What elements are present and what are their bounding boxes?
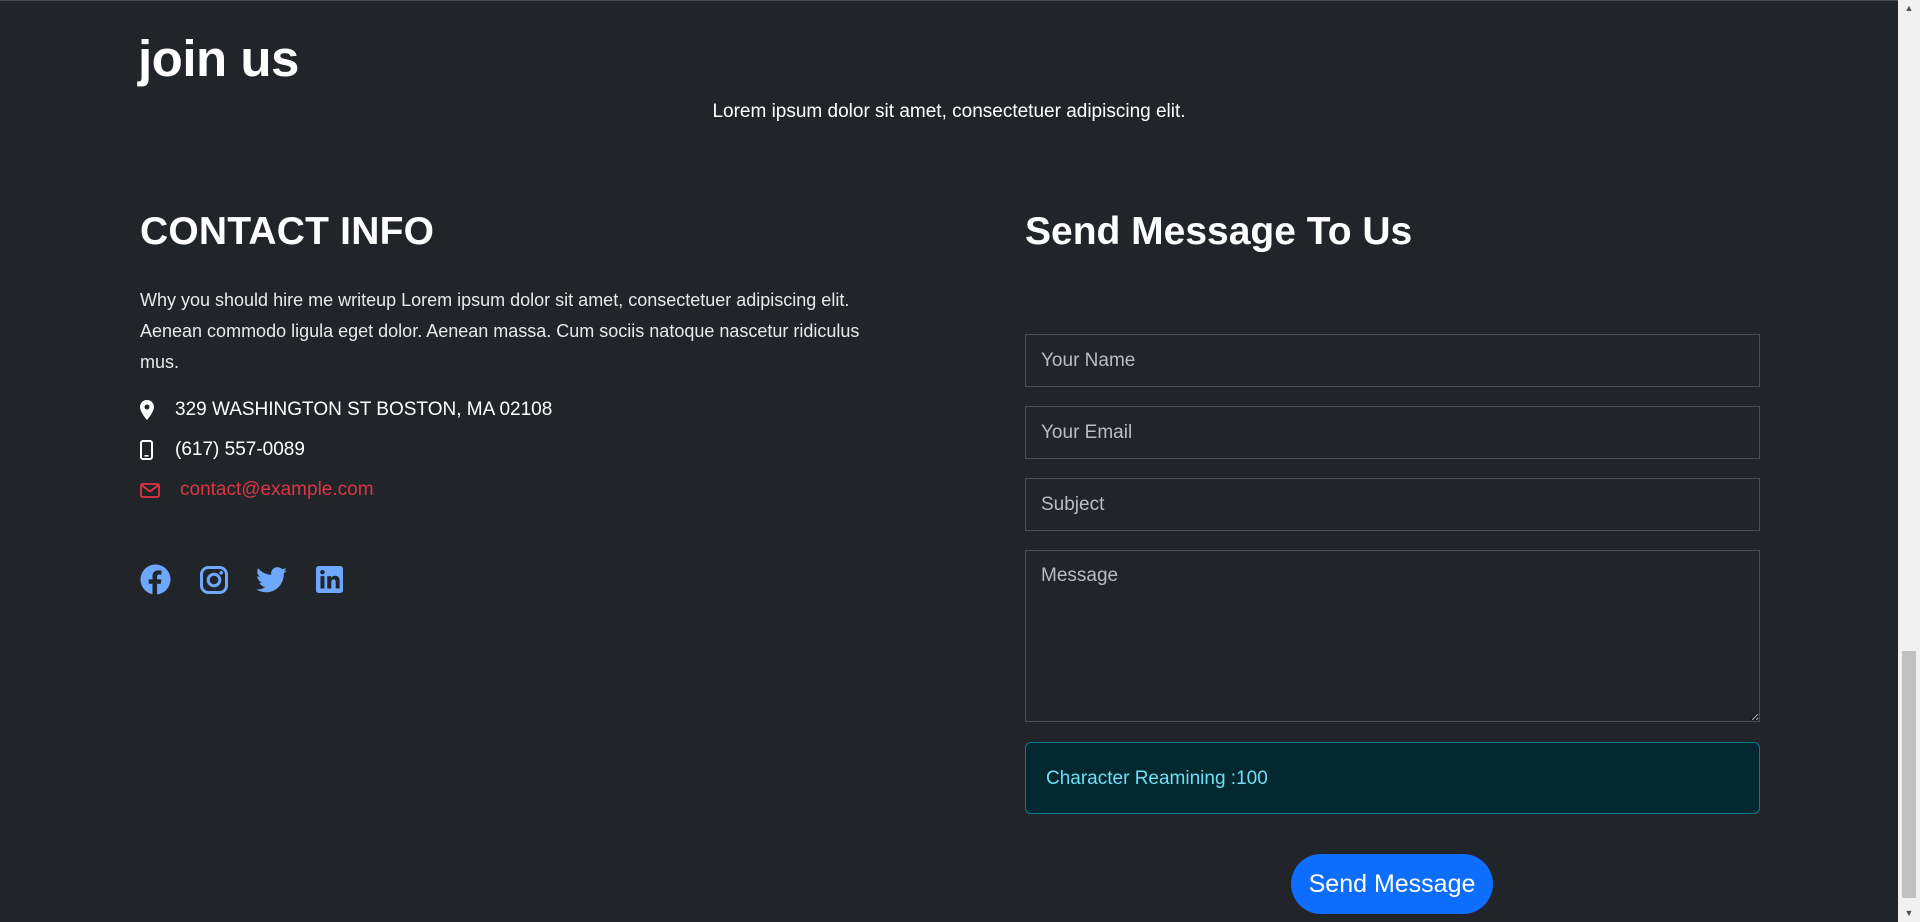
message-textarea[interactable] <box>1025 550 1760 722</box>
character-remaining-alert: Character Reamining :100 <box>1025 742 1760 814</box>
email-input[interactable] <box>1025 406 1760 459</box>
phone-row: (617) 557-0089 <box>140 437 305 463</box>
address-text: 329 WASHINGTON ST BOSTON, MA 02108 <box>175 399 553 420</box>
subject-input[interactable] <box>1025 478 1760 531</box>
scroll-up-arrow-icon[interactable]: ▲ <box>1898 0 1920 17</box>
address-row: 329 WASHINGTON ST BOSTON, MA 02108 <box>140 397 552 423</box>
contact-info-column: CONTACT INFO Why you should hire me writ… <box>140 208 900 595</box>
instagram-icon[interactable] <box>198 564 229 595</box>
email-link[interactable]: contact@example.com <box>180 477 374 503</box>
vertical-scrollbar[interactable]: ▲ ▼ <box>1898 0 1920 922</box>
section-subtitle: Lorem ipsum dolor sit amet, consectetuer… <box>712 101 1186 122</box>
top-divider <box>0 0 1898 1</box>
envelope-icon <box>140 478 164 502</box>
form-title: Send Message To Us <box>1025 210 1413 253</box>
email-row: contact@example.com <box>140 477 374 503</box>
phone-text: (617) 557-0089 <box>175 439 305 460</box>
contact-info-text: Why you should hire me writeup Lorem ips… <box>140 290 860 372</box>
page: join us Lorem ipsum dolor sit amet, cons… <box>0 0 1920 922</box>
name-input[interactable] <box>1025 334 1760 387</box>
facebook-icon[interactable] <box>140 564 171 595</box>
section-title: join us <box>138 30 299 87</box>
contact-info-title: CONTACT INFO <box>140 210 435 253</box>
mobile-phone-icon <box>140 438 164 462</box>
linkedin-icon[interactable] <box>314 564 345 595</box>
scroll-down-arrow-icon[interactable]: ▼ <box>1898 905 1920 922</box>
twitter-icon[interactable] <box>256 564 287 595</box>
social-links <box>140 564 345 595</box>
map-marker-icon <box>140 398 164 422</box>
contact-form: Send Message To Us Character Reamining :… <box>1025 208 1760 914</box>
scrollbar-thumb[interactable] <box>1902 651 1916 898</box>
send-message-button[interactable]: Send Message <box>1291 854 1493 914</box>
